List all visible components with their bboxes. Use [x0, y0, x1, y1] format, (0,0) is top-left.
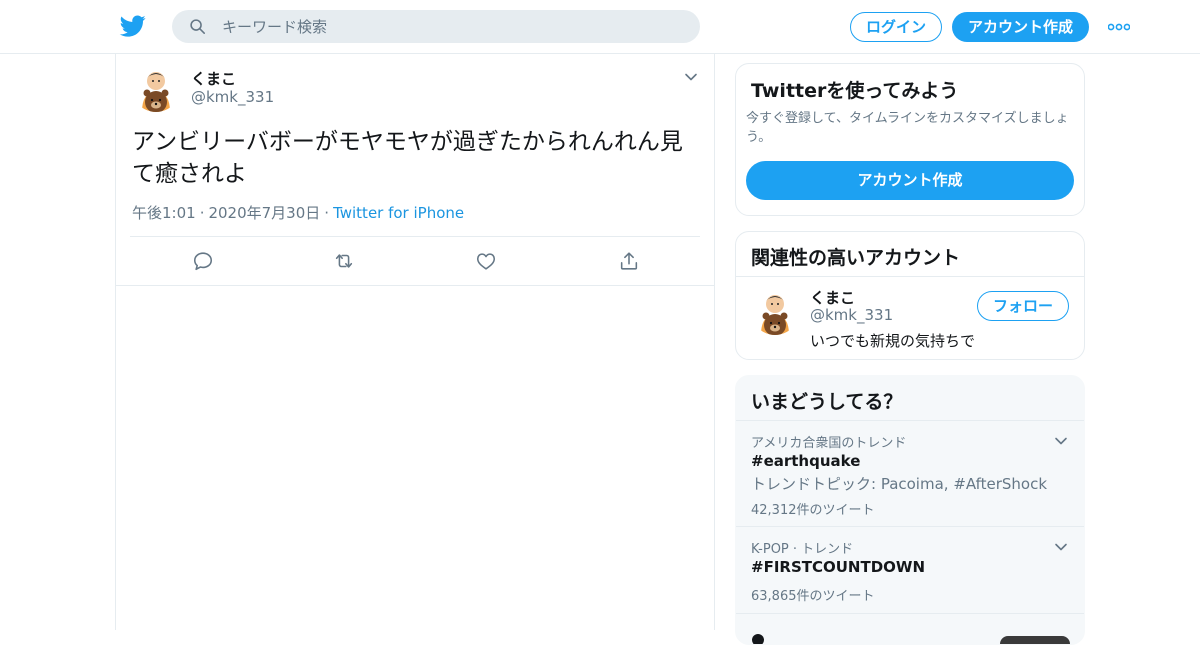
trend-item[interactable]: K-POP · トレンド #FIRSTCOUNTDOWN 63,865件のツイー…	[736, 527, 1084, 613]
trend-hashtag[interactable]: #earthquake	[751, 452, 860, 470]
meta-separator: ·	[199, 204, 205, 222]
share-icon[interactable]	[618, 250, 640, 272]
tweet-text: アンビリーバボーがモヤモヤが過ぎたかられんれん見て癒されよ	[132, 129, 683, 187]
signup-card-description: 今すぐ登録して、タイムラインをカスタマイズしましょう。	[746, 111, 1069, 145]
trend-context: K-POP · トレンド	[751, 542, 854, 557]
trend-context: アメリカ合衆国のトレンド	[751, 436, 907, 451]
related-accounts-card: 関連性の高いアカウント くまこ @kmk_331 いつでも新規の気持ちで フォロ…	[735, 231, 1085, 360]
tweet-time[interactable]: 午後1:01	[132, 204, 196, 222]
trend-tweet-count: 42,312件のツイート	[751, 503, 875, 518]
more-icon[interactable]	[1108, 22, 1130, 32]
twitter-bird-icon[interactable]	[119, 13, 147, 39]
trends-title: いまどうしてる？	[751, 391, 903, 413]
tweet-meta: 午後1:01 · 2020年7月30日 · Twitter for iPhone	[132, 202, 464, 223]
related-account-name[interactable]: くまこ	[810, 287, 855, 308]
trends-card: いまどうしてる？ アメリカ合衆国のトレンド #earthquake トレンドトピ…	[735, 375, 1085, 645]
related-account-handle[interactable]: @kmk_331	[810, 306, 893, 324]
signup-card-title: Twitterを使ってみよう	[751, 80, 959, 102]
chevron-down-icon[interactable]	[1054, 540, 1068, 554]
follow-button[interactable]: フォロー	[977, 291, 1069, 321]
avatar[interactable]	[132, 64, 180, 112]
heart-icon[interactable]	[475, 250, 497, 272]
signup-card: Twitterを使ってみよう 今すぐ登録して、タイムラインをカスタマイズしましょ…	[735, 63, 1085, 216]
related-account-bio: いつでも新規の気持ちで	[810, 332, 976, 350]
divider	[736, 276, 1084, 277]
meta-separator: ·	[324, 204, 330, 222]
tweet-author-handle[interactable]: @kmk_331	[191, 88, 274, 106]
search-icon	[190, 19, 206, 35]
bear-avatar-icon	[132, 64, 180, 112]
tweet-author-name[interactable]: くまこ	[191, 68, 236, 89]
signup-card-button[interactable]: アカウント作成	[746, 161, 1074, 200]
trend-topics: トレンドトピック: Pacoima, #AfterShock	[751, 475, 1048, 493]
tweet-actions	[116, 237, 716, 285]
reply-icon[interactable]	[192, 250, 214, 272]
signup-button[interactable]: アカウント作成	[952, 12, 1089, 42]
trend-hashtag[interactable]: #FIRSTCOUNTDOWN	[751, 558, 925, 576]
tweet-date[interactable]: 2020年7月30日	[208, 204, 320, 222]
retweet-icon[interactable]	[333, 250, 355, 272]
search-box[interactable]	[172, 10, 700, 43]
trend-tweet-count: 63,865件のツイート	[751, 589, 875, 604]
tweet-column: くまこ @kmk_331 アンビリーバボーがモヤモヤが過ぎたかられんれん見て癒さ…	[115, 54, 715, 630]
tweet-source-link[interactable]: Twitter for iPhone	[333, 204, 464, 222]
login-button[interactable]: ログイン	[850, 12, 942, 42]
divider	[736, 613, 1084, 614]
related-accounts-title: 関連性の高いアカウント	[751, 247, 961, 269]
chevron-down-icon[interactable]	[684, 70, 698, 84]
top-bar: ログイン アカウント作成	[0, 0, 1200, 54]
search-input[interactable]	[222, 10, 682, 43]
avatar[interactable]	[751, 287, 799, 335]
bear-avatar-icon	[751, 287, 799, 335]
chevron-down-icon[interactable]	[1054, 434, 1068, 448]
divider	[116, 285, 714, 286]
next-trend-peek	[752, 634, 1070, 644]
trend-item[interactable]: アメリカ合衆国のトレンド #earthquake トレンドトピック: Pacoi…	[736, 421, 1084, 526]
